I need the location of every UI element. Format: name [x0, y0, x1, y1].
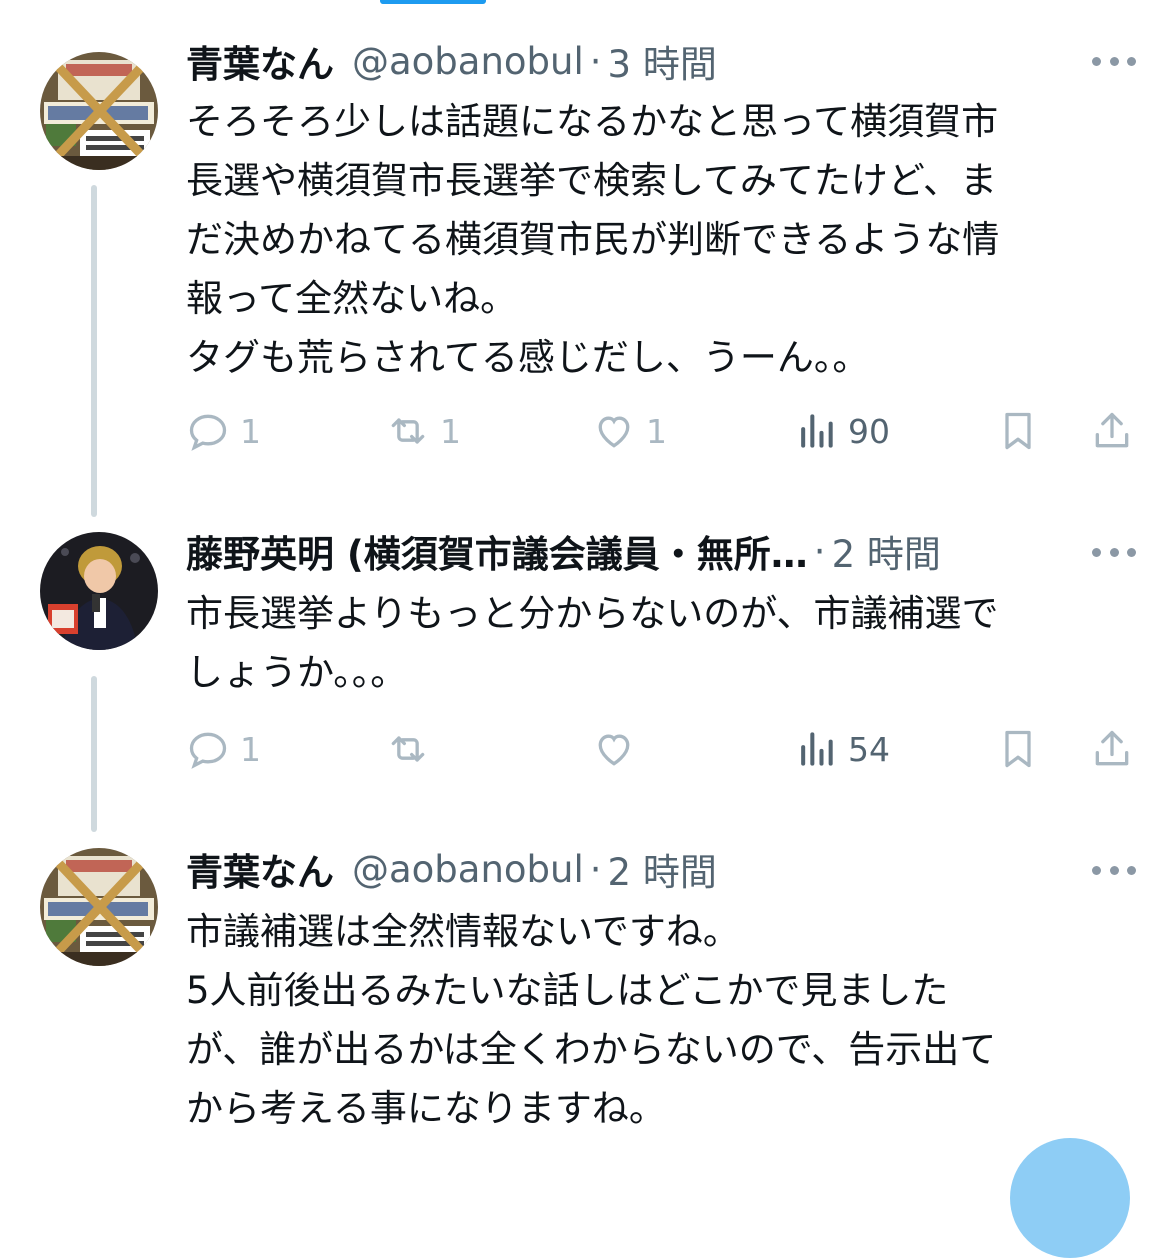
user-handle[interactable]: @aobanobul: [352, 848, 584, 891]
views-chart-icon: [801, 732, 833, 766]
reply-button[interactable]: 1: [186, 724, 261, 774]
avatar[interactable]: [40, 52, 158, 170]
retweet-icon: [391, 736, 425, 762]
tweet-text: そろそろ少しは話題になるかなと思って横須賀市 長選や横須賀市長選挙で検索してみて…: [186, 100, 1000, 379]
reply-button[interactable]: 1: [186, 406, 261, 456]
user-handle[interactable]: @aobanobul: [352, 40, 584, 83]
tweet-header: 青葉なん @aobanobul · 2 時間: [186, 842, 717, 896]
share-button[interactable]: [1090, 406, 1134, 456]
display-name[interactable]: 青葉なん: [186, 842, 334, 896]
reply-count: 1: [240, 411, 261, 451]
reply-count: 1: [240, 729, 261, 769]
like-button[interactable]: [592, 724, 646, 774]
avatar-signboard-icon: [40, 848, 158, 966]
compose-button[interactable]: [1010, 1138, 1130, 1258]
separator-dot: ·: [589, 847, 602, 891]
display-name[interactable]: 青葉なん: [186, 34, 334, 88]
display-name[interactable]: 藤野英明 (横須賀市議会議員・無所…: [186, 524, 808, 578]
timestamp[interactable]: 2 時間: [832, 524, 941, 578]
heart-icon: [598, 416, 630, 448]
retweet-button[interactable]: [386, 724, 440, 774]
avatar[interactable]: [40, 532, 158, 650]
tweet-text: 市長選挙よりもっと分からないのが、市議補選で しょうか。。。: [186, 592, 999, 694]
more-options-icon[interactable]: [1092, 864, 1136, 876]
avatar-person-speech-icon: [40, 532, 158, 650]
bookmark-button[interactable]: [996, 406, 1040, 456]
share-icon: [1095, 730, 1129, 766]
views-button[interactable]: 54: [794, 724, 890, 774]
view-count: 90: [848, 411, 890, 451]
thread-line: [91, 676, 97, 832]
tweet-header: 藤野英明 (横須賀市議会議員・無所… · 2 時間: [186, 524, 941, 578]
reply-icon: [189, 732, 227, 769]
bookmark-button[interactable]: [996, 724, 1040, 774]
view-count: 54: [848, 729, 890, 769]
bookmark-icon: [1005, 412, 1031, 450]
timestamp[interactable]: 2 時間: [608, 842, 717, 896]
tweet-header: 青葉なん @aobanobul · 3 時間: [186, 34, 717, 88]
avatar[interactable]: [40, 848, 158, 966]
action-bar: 1 1 1 90: [186, 406, 1136, 456]
separator-dot: ·: [813, 529, 826, 573]
retweet-button[interactable]: 1: [386, 406, 461, 456]
retweet-count: 1: [440, 411, 461, 451]
bookmark-icon: [1005, 730, 1031, 768]
like-button[interactable]: 1: [592, 406, 667, 456]
top-indicator: [380, 0, 486, 4]
more-options-icon[interactable]: [1092, 546, 1136, 558]
separator-dot: ·: [589, 39, 602, 83]
heart-icon: [598, 734, 630, 766]
reply-icon: [189, 414, 227, 451]
views-chart-icon: [801, 414, 833, 448]
timestamp[interactable]: 3 時間: [608, 34, 717, 88]
views-button[interactable]: 90: [794, 406, 890, 456]
avatar-signboard-icon: [40, 52, 158, 170]
more-options-icon[interactable]: [1092, 55, 1136, 67]
share-button[interactable]: [1090, 724, 1134, 774]
retweet-icon: [391, 418, 425, 444]
action-bar: 1 54: [186, 724, 1136, 774]
thread-line: [91, 185, 97, 517]
share-icon: [1095, 412, 1129, 448]
like-count: 1: [646, 411, 667, 451]
tweet-text: 市議補選は全然情報ないですね。 5人前後出るみたいな話しはどこかで見ました が、…: [186, 910, 997, 1130]
